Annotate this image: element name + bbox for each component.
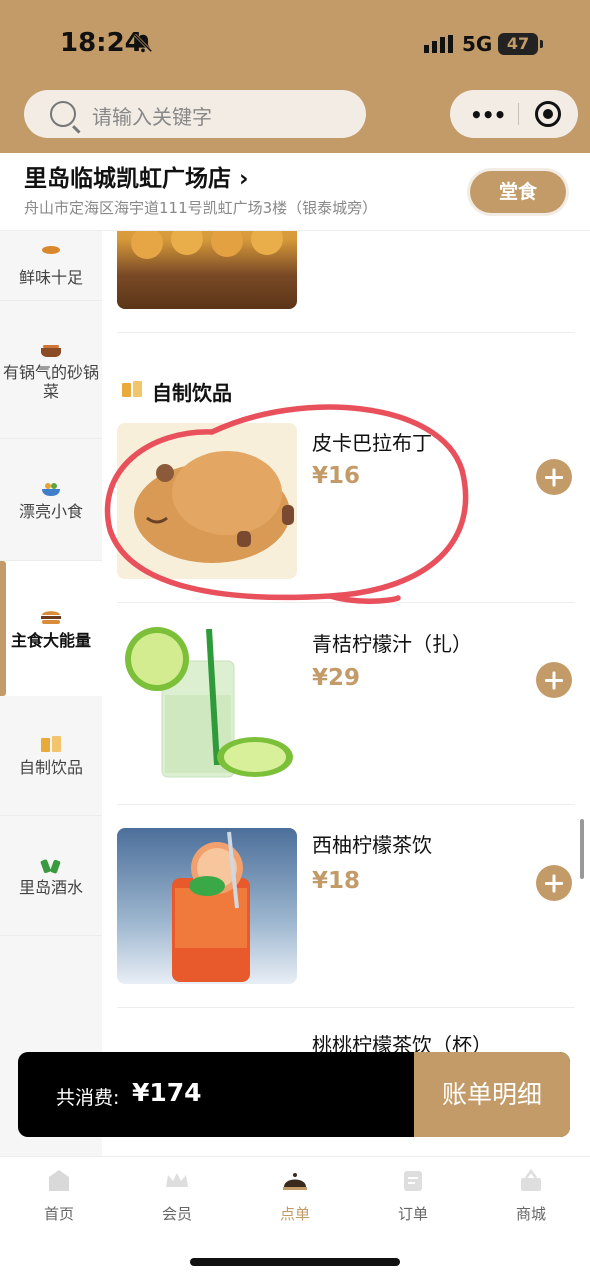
mute-bell-icon	[133, 33, 153, 53]
scrollbar[interactable]	[580, 819, 584, 879]
tab-mall[interactable]: 商城	[472, 1167, 590, 1224]
bottle-icon	[40, 859, 61, 874]
home-indicator	[190, 1258, 400, 1266]
tab-orders[interactable]: 订单	[354, 1167, 472, 1224]
dine-in-button[interactable]: 堂食	[470, 171, 566, 213]
divider	[117, 804, 575, 805]
tab-label: 商城	[515, 1205, 546, 1223]
store-name-link[interactable]: 里岛临城凯虹广场店 ›	[24, 159, 249, 193]
product-image[interactable]	[117, 828, 297, 984]
tab-order-menu[interactable]: 点单	[236, 1167, 354, 1224]
tab-member[interactable]: 会员	[118, 1167, 236, 1224]
category-sidebar: 鲜味十足 有锅气的砂锅菜 漂亮小食 主食大能量 自制饮品 里岛酒水	[0, 231, 102, 1156]
tab-home[interactable]: 首页	[0, 1167, 118, 1224]
sidebar-item-label: 鲜味十足	[18, 268, 83, 287]
store-address: 舟山市定海区海宇道111号凯虹广场3楼（银泰城旁）	[24, 199, 378, 217]
home-icon	[49, 1170, 69, 1191]
add-to-cart-button[interactable]	[536, 662, 572, 698]
tab-label: 订单	[397, 1205, 428, 1223]
more-icon[interactable]: •••	[470, 103, 506, 127]
seafood-icon	[42, 246, 60, 254]
tab-label: 点单	[279, 1205, 310, 1223]
claypot-icon	[41, 344, 61, 357]
sidebar-item-drinks[interactable]: 自制饮品	[0, 696, 102, 816]
burger-icon	[41, 611, 61, 624]
crown-icon	[166, 1173, 188, 1187]
product-price: ¥18	[312, 868, 361, 894]
mini-program-capsule: •••	[450, 90, 578, 138]
search-placeholder: 请输入关键字	[92, 105, 212, 129]
drink-icon	[122, 381, 142, 397]
close-target-icon[interactable]	[535, 101, 561, 127]
basket-icon	[521, 1168, 541, 1191]
product-image[interactable]	[117, 231, 297, 309]
sidebar-item-label: 主食大能量	[10, 631, 91, 650]
bill-details-button[interactable]: 账单明细	[414, 1052, 570, 1137]
add-to-cart-button[interactable]	[536, 865, 572, 901]
product-image[interactable]	[117, 625, 297, 781]
product-name: 青桔柠檬汁（扎）	[312, 632, 472, 656]
divider	[117, 332, 575, 333]
top-bar: 18:24 5G 47 请输入关键字 •••	[0, 0, 590, 153]
sidebar-item-snacks[interactable]: 漂亮小食	[0, 439, 102, 561]
add-to-cart-button[interactable]	[536, 459, 572, 495]
sidebar-item-liquor[interactable]: 里岛酒水	[0, 816, 102, 936]
snack-icon	[42, 483, 60, 496]
capsule-divider	[518, 103, 519, 125]
signal-icon	[424, 35, 453, 53]
product-name: 西柚柠檬茶饮	[312, 833, 432, 857]
status-time: 18:24	[60, 28, 143, 58]
sidebar-item-label: 里岛酒水	[18, 878, 83, 897]
drink-icon	[41, 736, 61, 752]
sidebar-item-seafood[interactable]: 鲜味十足	[0, 231, 102, 301]
divider	[117, 602, 575, 603]
product-price: ¥16	[312, 463, 361, 489]
cart-bar: 共消费: ¥174 账单明细	[18, 1052, 570, 1137]
sidebar-item-label: 漂亮小食	[18, 502, 83, 521]
cart-total-label: 共消费:	[56, 1087, 120, 1109]
active-category-indicator	[0, 561, 6, 696]
search-icon	[50, 101, 76, 127]
store-header: 里岛临城凯虹广场店 › 舟山市定海区海宇道111号凯虹广场3楼（银泰城旁） 堂食	[0, 153, 590, 231]
tab-label: 会员	[161, 1205, 192, 1223]
sidebar-item-label: 自制饮品	[18, 758, 83, 777]
product-name: 皮卡巴拉布丁	[312, 431, 432, 455]
cart-total-amount: ¥174	[132, 1078, 202, 1107]
sidebar-item-staple[interactable]: 主食大能量	[0, 561, 102, 696]
product-list: 自制饮品 皮卡巴拉布丁 ¥16 青桔柠檬汁（扎） ¥29 西柚柠檬茶饮 ¥18 …	[102, 231, 590, 1156]
order-icon	[404, 1171, 422, 1191]
network-type: 5G	[462, 32, 493, 56]
sidebar-item-label: 有锅气的砂锅菜	[2, 362, 99, 401]
product-price: ¥29	[312, 665, 361, 691]
sidebar-item-claypot[interactable]: 有锅气的砂锅菜	[0, 301, 102, 439]
battery-icon: 47	[498, 33, 543, 55]
tab-label: 首页	[43, 1205, 74, 1223]
section-title: 自制饮品	[152, 381, 232, 405]
cloche-icon	[283, 1173, 307, 1190]
search-input[interactable]: 请输入关键字	[24, 90, 366, 138]
product-image[interactable]	[117, 423, 297, 579]
divider	[117, 1007, 575, 1008]
